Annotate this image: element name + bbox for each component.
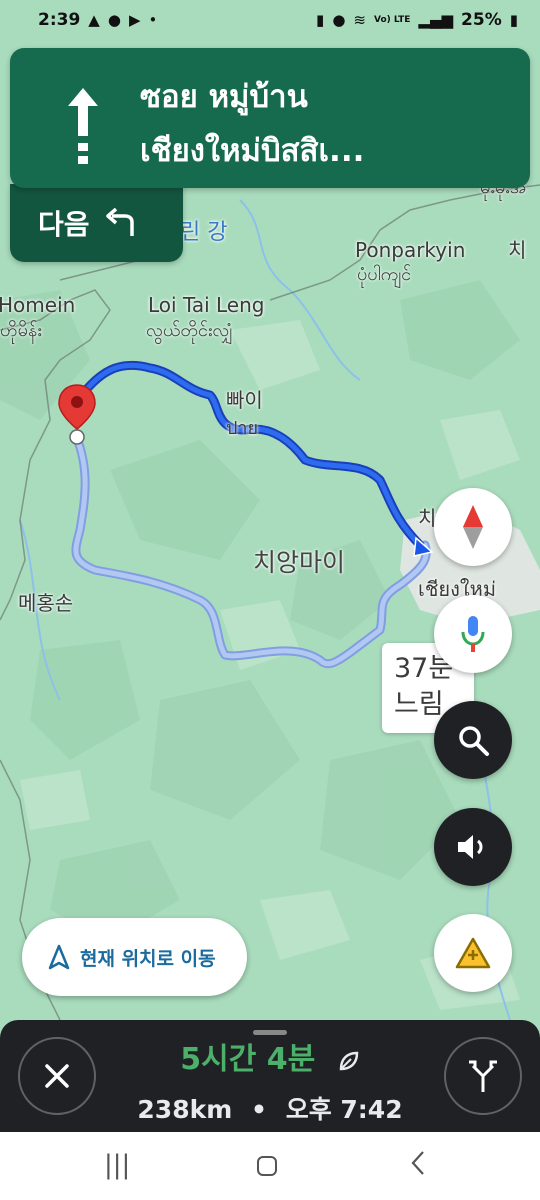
map-label-loi-tai-leng-my: လွယ်တိုင်းလျှံ — [146, 320, 233, 341]
status-time: 2:39 — [38, 10, 81, 30]
direction-street: ซอย หมู่บ้าน เชียงใหม่บิสสิเ... — [140, 70, 516, 178]
more-notifications-icon: • — [148, 11, 158, 29]
map-label-chi-edge: 치 — [508, 238, 527, 262]
sound-icon — [458, 835, 483, 859]
trip-panel[interactable]: 5시간 4분 238km • 오후 7:42 — [0, 1020, 540, 1132]
location-status-icon: ● — [107, 11, 121, 29]
next-label: 다음 — [38, 208, 90, 241]
system-nav-bar: ||| — [0, 1132, 540, 1200]
sound-button[interactable] — [434, 808, 512, 886]
alt-routes-icon — [469, 1060, 497, 1092]
back-icon[interactable] — [410, 1150, 426, 1183]
wifi-icon: ≋ — [353, 11, 366, 29]
turn-left-icon — [105, 208, 134, 236]
map-label-chiang-mai-ko: 치앙마이 — [253, 548, 346, 577]
trip-separator: • — [251, 1095, 267, 1124]
direction-street-line2: เชียงใหม่บิสสิเ... — [140, 133, 365, 169]
map-label-homein: Homein — [0, 293, 76, 317]
recenter-label: 현재 위치로 이동 — [80, 947, 216, 970]
battery-percent: 25% — [461, 10, 502, 30]
search-icon — [459, 726, 489, 756]
map-label-pai-ko: 빠이 — [226, 388, 263, 412]
location-icon: ● — [332, 11, 346, 29]
recent-apps-icon[interactable]: ||| — [104, 1150, 130, 1180]
map-label-loi-tai-leng: Loi Tai Leng — [148, 293, 265, 317]
straight-arrow-icon — [68, 88, 98, 164]
eco-leaf-icon — [339, 1051, 358, 1070]
youtube-status-icon: ▶ — [128, 11, 141, 29]
trip-duration: 5시간 4분 — [180, 1042, 316, 1077]
search-button[interactable] — [434, 701, 512, 779]
compass-button[interactable] — [434, 488, 512, 566]
volte-label: Vo) LTE — [373, 14, 411, 25]
map-label-river: 린 강 — [180, 220, 228, 245]
map-label-homein-my: ဟိုမိန်း — [0, 320, 42, 341]
battery-saver-icon: ▮ — [316, 11, 325, 29]
alternate-routes-button[interactable] — [444, 1037, 522, 1115]
direction-street-line1: ซอย หมู่บ้าน — [140, 79, 308, 115]
navigation-status-icon: ▲ — [88, 11, 100, 29]
mic-icon — [461, 616, 485, 652]
map-label-mae-hong-son: 메홍손 — [18, 591, 74, 615]
status-bar: 2:39 ▲ ● ▶ • ▮ ● ≋ Vo) LTE ▂▄▆ 25% ▮ — [0, 0, 540, 40]
trip-distance: 238km — [137, 1095, 233, 1124]
map-label-ponparkyin-my: ပုံပါကျင် — [357, 264, 412, 285]
navigation-arrow-icon — [48, 944, 70, 970]
voice-search-button[interactable] — [434, 595, 512, 673]
next-turn-chip[interactable]: 다음 — [10, 184, 183, 262]
battery-icon: ▮ — [509, 11, 518, 29]
compass-icon — [463, 505, 483, 549]
signal-icon: ▂▄▆ — [418, 11, 454, 29]
direction-banner[interactable]: ซอย หมู่บ้าน เชียงใหม่บิสสิเ... — [10, 48, 530, 188]
map-label-ponparkyin: Ponparkyin — [355, 238, 466, 262]
home-icon[interactable] — [256, 1154, 278, 1184]
report-incident-button[interactable] — [434, 914, 512, 992]
trip-eta: 오후 7:42 — [285, 1095, 403, 1124]
report-incident-icon — [455, 937, 491, 969]
recenter-button[interactable]: 현재 위치로 이동 — [22, 918, 247, 996]
map-label-pai-th: ปาย — [226, 418, 259, 439]
destination-pin-icon[interactable] — [57, 383, 97, 445]
